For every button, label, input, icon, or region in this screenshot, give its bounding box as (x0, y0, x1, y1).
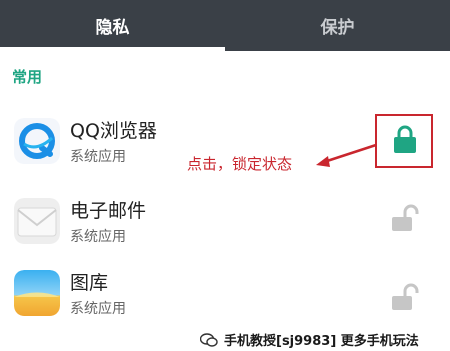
app-subtitle: 系统应用 (70, 301, 126, 317)
tab-protect[interactable]: 保护 (225, 0, 450, 51)
lock-open-icon[interactable] (392, 203, 422, 233)
annotation-text: 点击，锁定状态 (187, 155, 293, 173)
app-subtitle: 系统应用 (70, 149, 126, 165)
app-name: QQ浏览器 (70, 120, 157, 142)
app-name: 电子邮件 (70, 200, 147, 222)
section-title: 常用 (12, 68, 43, 86)
app-subtitle: 系统应用 (70, 229, 126, 245)
tab-bar: 隐私 保护 (0, 0, 450, 51)
app-row-email[interactable]: 电子邮件 系统应用 (0, 190, 450, 270)
arrow-icon (316, 143, 377, 167)
watermark-text: 手机教授[sj9983] 更多手机玩法 (224, 334, 419, 349)
wechat-icon (200, 332, 218, 347)
email-icon (14, 198, 60, 244)
watermark: 手机教授[sj9983] 更多手机玩法 (200, 330, 419, 349)
qq-browser-icon (14, 118, 60, 164)
active-tab-indicator (0, 47, 225, 51)
tab-privacy[interactable]: 隐私 (0, 0, 225, 51)
lock-open-icon[interactable] (392, 282, 422, 312)
gallery-icon (14, 270, 60, 316)
highlight-box (375, 114, 433, 168)
app-name: 图库 (70, 272, 109, 294)
